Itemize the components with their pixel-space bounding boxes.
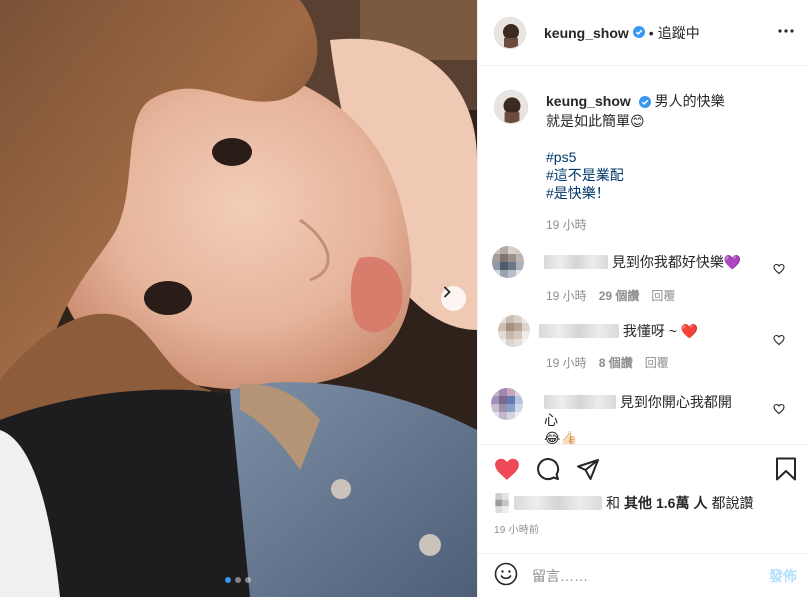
likes-count[interactable]: 1.6萬 xyxy=(656,493,689,513)
comment-meta: 19 小時 8 個讚 回覆 xyxy=(546,354,669,371)
post-header: keung_show • 追蹤中 xyxy=(478,0,809,66)
comment-text: 見到你我都好快樂💜 xyxy=(611,254,742,270)
comment-body: 我懂呀 ~ ❤️ xyxy=(539,322,698,340)
heart-icon xyxy=(495,458,519,480)
heart-outline-icon xyxy=(773,263,785,275)
hashtag-link[interactable]: #這不是業配 xyxy=(546,167,624,183)
like-comment-button[interactable] xyxy=(773,262,785,278)
heart-outline-icon xyxy=(773,403,785,415)
likes-others-label[interactable]: 其他 xyxy=(624,493,652,513)
share-button[interactable] xyxy=(576,457,600,484)
author-username[interactable]: keung_show xyxy=(544,25,629,41)
comment-likes[interactable]: 8 個讚 xyxy=(599,354,633,371)
carousel-dot xyxy=(225,577,231,583)
emoji-picker-button[interactable] xyxy=(494,562,518,589)
carousel-dot xyxy=(235,577,241,583)
comment-likes[interactable]: 29 個讚 xyxy=(599,287,640,304)
follow-status-button[interactable]: 追蹤中 xyxy=(658,23,700,43)
author-avatar[interactable] xyxy=(494,16,526,49)
commenter-avatar[interactable] xyxy=(498,315,530,347)
action-buttons xyxy=(494,457,600,484)
heart-outline-icon xyxy=(773,334,785,346)
caption-line: 就是如此簡單😊 xyxy=(546,113,645,129)
liker-name[interactable] xyxy=(514,496,602,510)
caption-title: 男人的快樂 xyxy=(654,93,725,109)
commenter-avatar[interactable] xyxy=(492,246,524,278)
author-avatar[interactable] xyxy=(494,90,528,124)
reply-button[interactable]: 回覆 xyxy=(645,354,669,371)
likes-summary: 和 其他 1.6萬 人 都說讚 xyxy=(494,493,753,513)
verified-icon xyxy=(632,25,645,41)
like-comment-button[interactable] xyxy=(773,333,785,349)
comment-text: 我懂呀 ~ ❤️ xyxy=(622,323,699,339)
comment-body: 見到你我都好快樂💜 xyxy=(544,253,741,271)
liker-avatar[interactable] xyxy=(494,493,510,513)
commenter-name[interactable] xyxy=(539,324,619,338)
share-icon xyxy=(577,459,599,480)
hashtag-link[interactable]: #ps5 xyxy=(546,149,576,165)
post-photo[interactable] xyxy=(0,0,477,597)
comment-icon xyxy=(537,458,560,481)
save-button[interactable] xyxy=(775,457,797,484)
commenter-name[interactable] xyxy=(544,395,616,409)
commenter-name[interactable] xyxy=(544,255,608,269)
more-options-button[interactable] xyxy=(777,22,795,43)
next-image-button[interactable] xyxy=(441,286,466,311)
post-timestamp[interactable]: 19 小時前 xyxy=(494,521,539,536)
comments-section: keung_show 男人的快樂 就是如此簡單😊 #ps5 #這不是業配 #是快… xyxy=(478,66,809,444)
caption-text: keung_show 男人的快樂 就是如此簡單😊 #ps5 #這不是業配 #是快… xyxy=(546,92,786,234)
likes-prefix: 和 xyxy=(606,495,620,511)
post-comment-button[interactable]: 發佈 xyxy=(769,566,797,586)
comment-text-emoji: 😂👍🏻 xyxy=(544,430,578,444)
carousel-dot xyxy=(245,577,251,583)
verified-icon xyxy=(638,94,651,112)
comment-meta: 19 小時 29 個讚 回覆 xyxy=(546,287,675,304)
comment-time[interactable]: 19 小時 xyxy=(546,287,587,304)
commenter-avatar[interactable] xyxy=(491,388,523,420)
hashtag-link[interactable]: #是快樂！ xyxy=(546,185,610,201)
comment-body: 見到你開心我都開心 😂👍🏻 xyxy=(544,393,744,444)
post-sidebar: keung_show • 追蹤中 keung_show 男人的快樂 就是如此簡單… xyxy=(477,0,809,597)
add-comment-bar: 發佈 xyxy=(478,553,809,597)
chevron-right-icon xyxy=(444,286,451,298)
comment-input[interactable] xyxy=(532,567,769,584)
comment-button[interactable] xyxy=(536,457,560,484)
caption-username[interactable]: keung_show xyxy=(546,93,631,109)
like-button[interactable] xyxy=(494,457,520,484)
bookmark-icon xyxy=(776,457,796,481)
reply-button[interactable]: 回覆 xyxy=(651,287,675,304)
comment-time[interactable]: 19 小時 xyxy=(546,354,587,371)
post-actions: 和 其他 1.6萬 人 都說讚 19 小時前 發佈 xyxy=(478,444,809,596)
emoji-icon xyxy=(494,562,518,586)
more-icon xyxy=(778,29,794,33)
likes-action: 都說讚 xyxy=(711,495,754,511)
like-comment-button[interactable] xyxy=(773,402,785,418)
carousel-dots xyxy=(225,577,251,583)
likes-suffix: 人 xyxy=(693,495,708,511)
selfie-image xyxy=(0,0,477,597)
separator-dot: • xyxy=(648,24,654,41)
caption-time[interactable]: 19 小時 xyxy=(546,216,786,234)
